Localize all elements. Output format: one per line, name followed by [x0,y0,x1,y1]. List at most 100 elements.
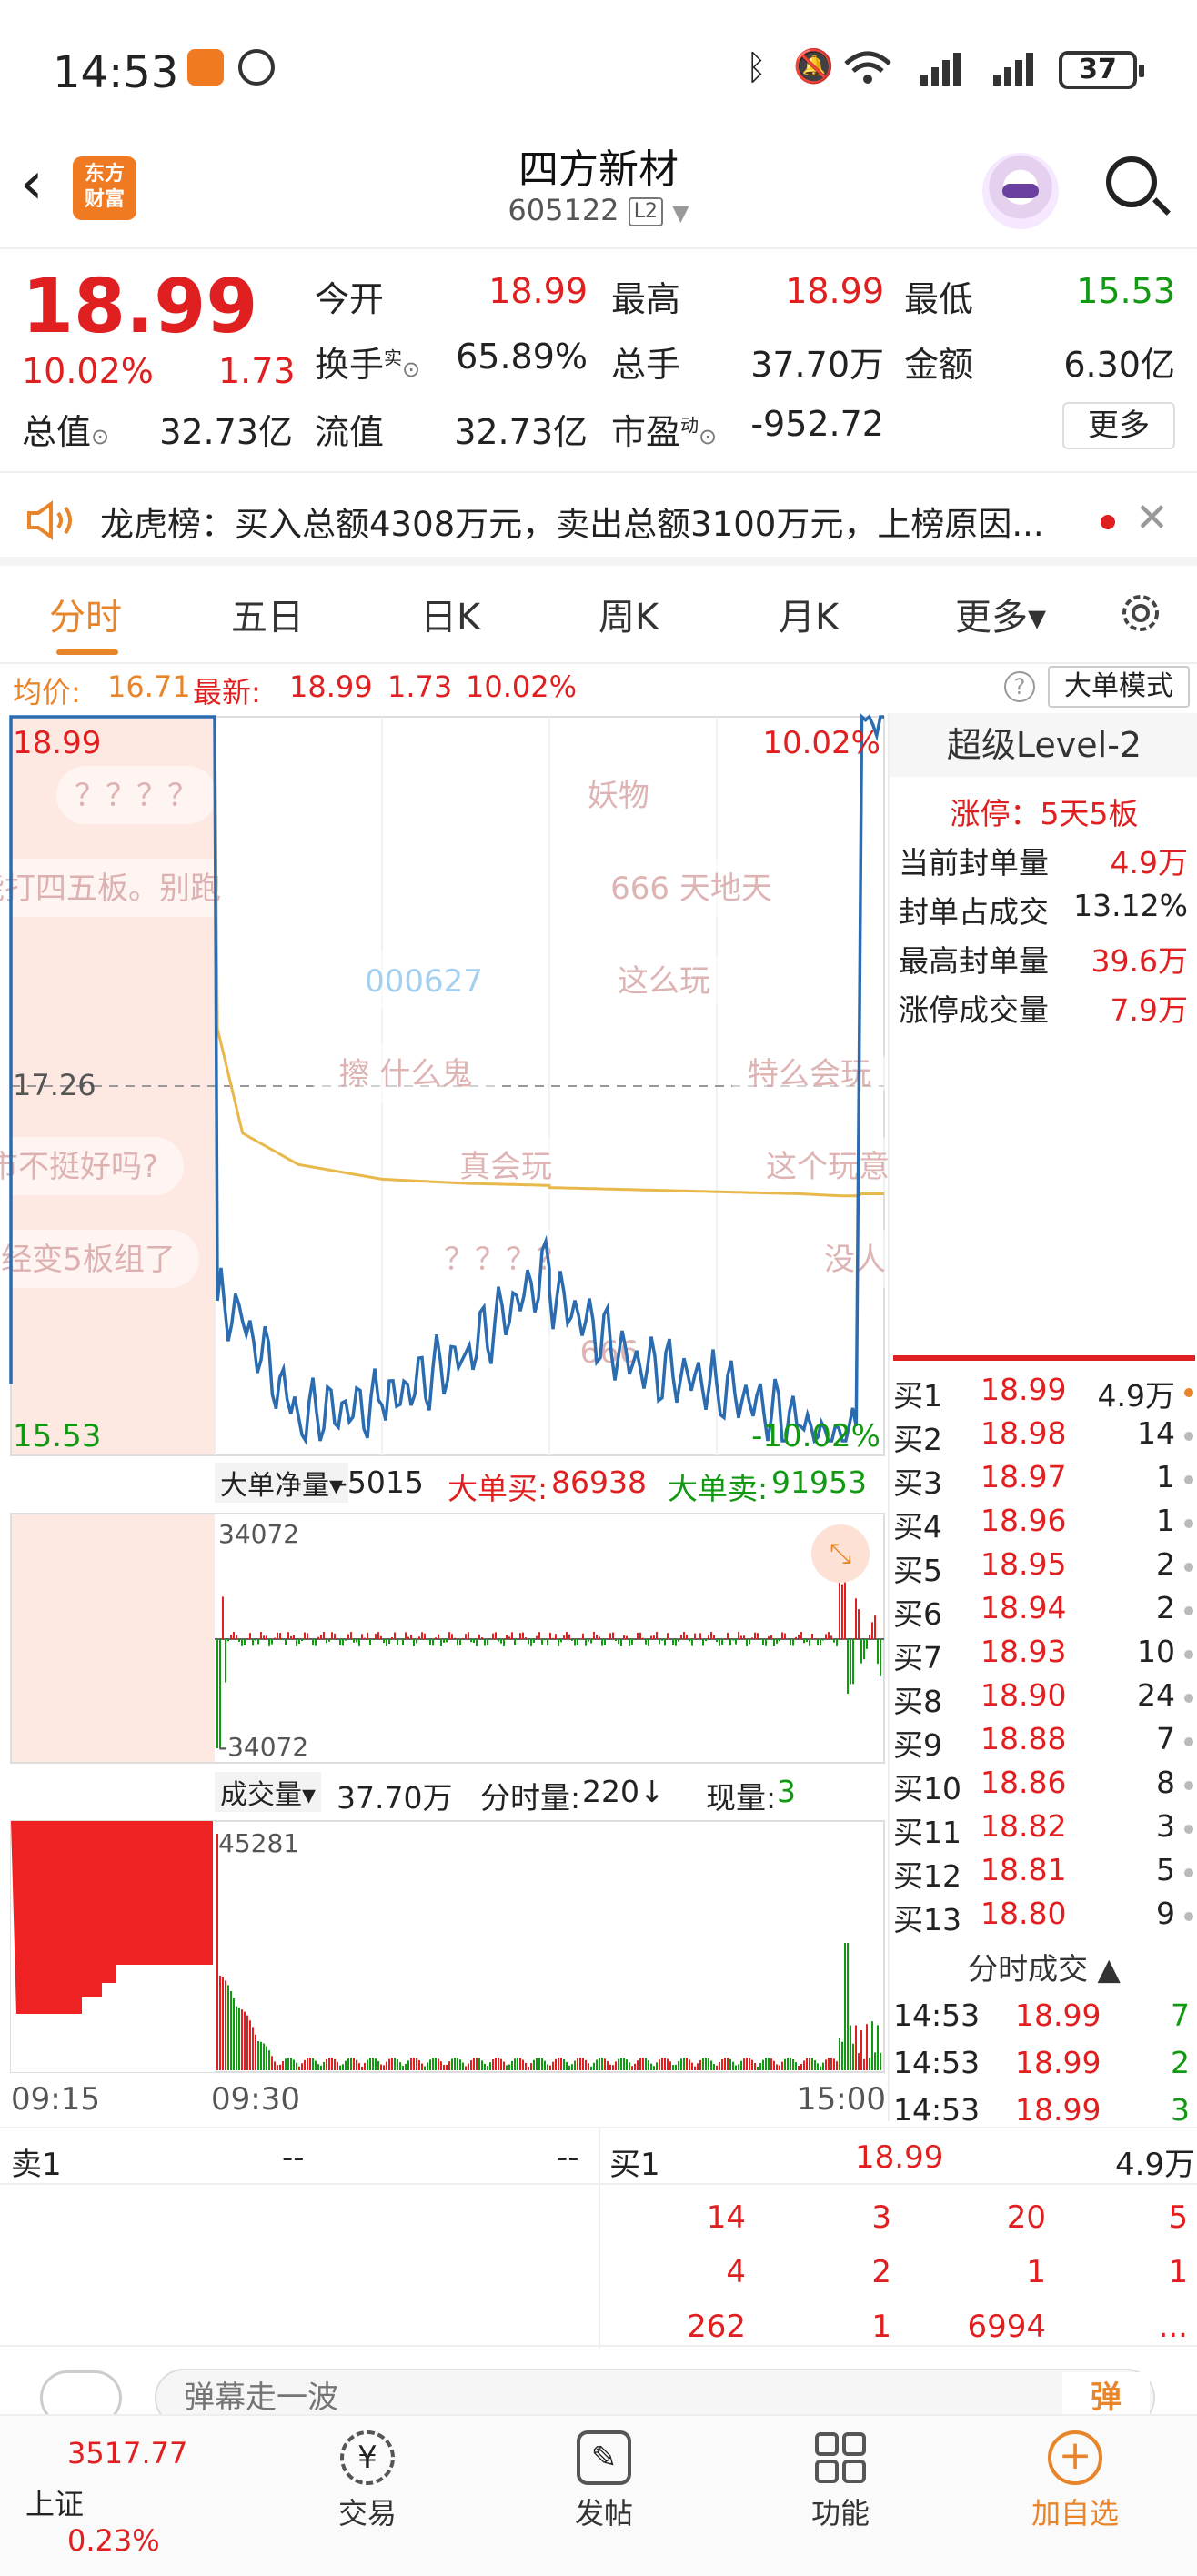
net-flow-bar [792,1639,794,1646]
big-order-mode-button[interactable]: 大单模式 [1048,666,1190,708]
order-book-row[interactable]: 买11 18.82 3 [890,1808,1197,1852]
tick-time: 14:53 [893,1997,981,2033]
tab-intraday[interactable]: 分时 [49,588,122,640]
nav-trade[interactable]: ¥ 交易 [277,2416,458,2532]
net-flow-bar [721,1639,723,1645]
tab-more[interactable]: 更多▾ [955,588,1046,640]
ticks-title[interactable]: 分时成交 ▲ [890,1945,1197,1988]
net-flow-bar [874,1615,876,1639]
volume-bar [637,2060,639,2070]
net-flow-bar [839,1579,840,1639]
volume-bar [388,2058,390,2070]
more-button[interactable]: 更多 [1062,402,1175,449]
net-flow-bar [397,1639,398,1645]
net-flow-bar [866,1639,868,1649]
net-flow-bar [279,1633,281,1639]
net-flow-bar [776,1639,778,1644]
settings-gear-icon[interactable] [1117,589,1164,637]
intraday-chart[interactable]: ？？？？ 妖物还能打四五板。别跑 666 天地天 000627 这么玩擦 什么鬼 特么会玩… [0,713,888,1459]
order-book-row[interactable]: 买1 18.99 4.9万 [890,1372,1197,1415]
net-flow-bar [255,1639,256,1641]
nav-add-watchlist[interactable]: + 加自选 [984,2416,1166,2532]
order-price: 18.95 [981,1546,1067,1582]
index-value: 3517.77 [67,2436,188,2470]
net-flow-selector[interactable]: 大单净量▾ [215,1463,349,1503]
tab-weekly-k[interactable]: 周K [598,588,659,640]
volume-bar [282,2061,284,2070]
level2-title[interactable]: 超级Level-2 [890,713,1197,777]
order-qty: 8 [1156,1765,1175,1800]
volume-bar [604,2058,606,2070]
net-flow-bar [454,1637,456,1639]
volume-bar [500,2058,502,2070]
news-text[interactable]: 龙虎榜：买入总额4308万元，卖出总额3100万元，上榜原因... [100,497,1073,546]
tab-daily-k[interactable]: 日K [420,588,480,640]
unread-dot [1101,515,1115,529]
nav-function[interactable]: 功能 [749,2416,931,2532]
net-flow-bar [751,1637,753,1639]
volume-selector[interactable]: 成交量▾ [215,1772,322,1812]
volume-bar [271,2056,273,2070]
queue-cell: 20 [1006,2199,1046,2236]
index-widget[interactable]: 3517.77 上证 0.23% [25,2436,207,2558]
volume-bar [424,2066,426,2070]
net-flow-bar [669,1638,671,1639]
volume-bar [830,2058,832,2070]
volume-bar [844,1943,846,2070]
volume-bar [304,2059,306,2070]
level2-stat-label: 涨停成交量 [899,992,1049,1028]
help-icon[interactable]: ? [1004,671,1035,702]
net-flow-chart[interactable]: 34072 -34072 ⤡ [0,1510,888,1766]
volume-bar [558,2058,559,2070]
order-book-row[interactable]: 买8 18.90 24 [890,1677,1197,1721]
search-icon[interactable] [1106,156,1157,207]
turnover-label: 换手实⊙ [315,345,421,385]
order-book-row[interactable]: 买4 18.96 1 [890,1503,1197,1546]
volume-chart[interactable]: 45281 [0,1819,888,2076]
volume-bar [476,2058,478,2070]
volume-bar [751,2059,753,2070]
order-book-row[interactable]: 买2 18.98 14 [890,1415,1197,1459]
tick-volume: 7 [1171,1997,1190,2033]
assistant-robot-icon[interactable] [982,153,1059,229]
news-banner[interactable]: 龙虎榜：买入总额4308万元，卖出总额3100万元，上榜原因... ✕ [0,471,1197,566]
order-qty: 14 [1137,1415,1175,1451]
tab-monthly-k[interactable]: 月K [779,588,839,640]
net-flow-bar [462,1637,464,1639]
volume-bar [713,2064,715,2070]
order-book-row[interactable]: 买9 18.88 7 [890,1721,1197,1765]
order-book-row[interactable]: 买10 18.86 8 [890,1765,1197,1808]
order-dot [1184,1606,1193,1615]
volume-bar [708,2058,709,2070]
net-flow-bar [781,1632,783,1639]
app-logo[interactable]: 东方 财富 [73,156,136,220]
dropdown-icon[interactable]: ▼ [672,200,689,226]
net-flow-bar [492,1633,494,1639]
close-icon[interactable]: ✕ [1135,495,1169,541]
grid-icon [813,2430,868,2485]
tab-five-day[interactable]: 五日 [231,588,304,640]
order-qty: 1 [1156,1503,1175,1538]
order-book-row[interactable]: 买12 18.81 5 [890,1852,1197,1896]
volume-bar [266,2046,267,2070]
queue-buy-label: 买1 [609,2147,660,2183]
order-book-row[interactable]: 买5 18.95 2 [890,1546,1197,1590]
danmaku-text: 已经变5板组了 [0,1242,176,1278]
volume-bar [847,1943,849,2070]
back-icon[interactable]: ‹ [20,155,44,213]
volume-bar [246,2015,248,2070]
order-book-row[interactable]: 买3 18.97 1 [890,1459,1197,1503]
queue-cell: 2 [871,2254,891,2290]
order-book-row[interactable]: 买6 18.94 2 [890,1590,1197,1634]
nav-post[interactable]: ✎ 发帖 [513,2416,695,2532]
net-flow-bar [770,1635,772,1639]
net-flow-bar [694,1633,696,1639]
danmaku-text: 666 天地天 [610,870,772,907]
order-book-row[interactable]: 买13 18.80 9 [890,1896,1197,1939]
net-flow-bar [246,1638,248,1639]
net-flow-bar [326,1639,327,1644]
volume-bar [326,2058,327,2070]
order-book-row[interactable]: 买7 18.93 10 [890,1634,1197,1677]
net-flow-bar [361,1634,363,1639]
net-flow-bar [405,1632,407,1639]
